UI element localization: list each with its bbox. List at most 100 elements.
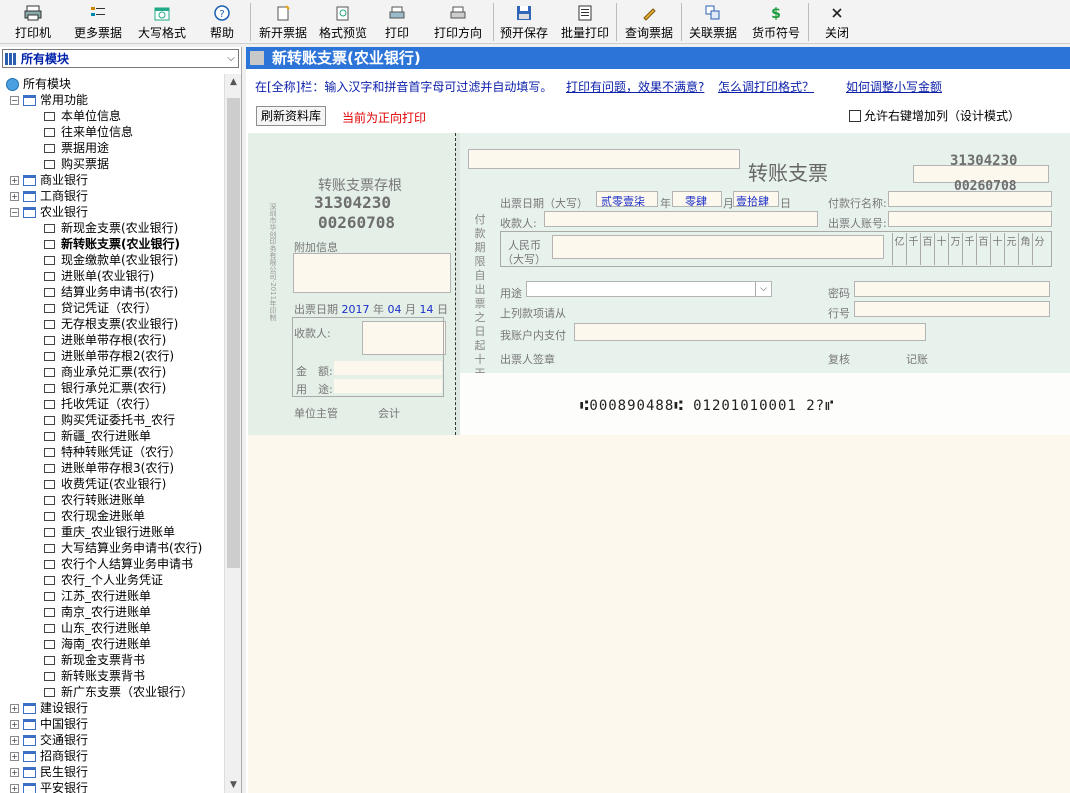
print-button[interactable]: 打印 (371, 0, 423, 44)
pre-save-button[interactable]: 预开保存 (494, 0, 554, 44)
tree-node-icbc[interactable]: + 工商银行 (10, 188, 88, 204)
batch-print-button[interactable]: 批量打印 (554, 0, 616, 44)
more-bills-button[interactable]: 更多票据 (66, 0, 130, 44)
tree-item[interactable]: 新现金支票(农业银行) (44, 220, 178, 236)
payee-field[interactable] (544, 211, 818, 227)
new-document-icon (273, 4, 293, 22)
stub-usage-field[interactable] (334, 379, 442, 393)
tree-item[interactable]: 托收凭证（农行） (44, 396, 157, 412)
tree-item[interactable]: 无存根支票(农业银行) (44, 316, 178, 332)
checkbox-icon[interactable] (849, 110, 861, 122)
document-icon (44, 384, 55, 393)
bank-no-label: 行号 (828, 307, 850, 320)
allow-add-column-checkbox[interactable]: 允许右键增加列（设计模式） (849, 107, 1020, 124)
scrollbar-thumb[interactable] (227, 98, 240, 568)
tree-item[interactable]: 银行承兑汇票(农行) (44, 380, 166, 396)
tree-item[interactable]: 新转账支票背书 (44, 668, 145, 684)
tree-item[interactable]: 结算业务申请书(农行) (44, 284, 178, 300)
bank-no-field[interactable] (854, 301, 1050, 317)
tree-item[interactable]: 南京_农行进账单 (44, 604, 151, 620)
adjust-amount-link[interactable]: 如何调整小写金额 (846, 78, 942, 95)
stub-payee-field[interactable] (362, 321, 446, 355)
tree-item[interactable]: 海南_农行进账单 (44, 636, 151, 652)
tree-scrollbar[interactable]: ▲ ▼ (224, 74, 241, 793)
tree-item[interactable]: 商业承兑汇票(农行) (44, 364, 166, 380)
tree-item[interactable]: 江苏_农行进账单 (44, 588, 151, 604)
tree-item[interactable]: 新疆_农行进账单 (44, 428, 151, 444)
stub-amount-field[interactable] (334, 361, 442, 375)
printer-button[interactable]: 打印机 (0, 0, 66, 44)
amount-words-field[interactable] (552, 235, 884, 259)
tree-item-selected[interactable]: 新转账支票(农业银行) (44, 236, 180, 252)
tree-node-cmbc[interactable]: + 民生银行 (10, 764, 88, 780)
currency-symbol-button[interactable]: $ 货币符号 (744, 0, 808, 44)
year-field[interactable]: 贰零壹柒 (596, 191, 658, 208)
related-bills-button[interactable]: 关联票据 (682, 0, 744, 44)
tree-item[interactable]: 进账单带存根2(农行) (44, 348, 174, 364)
tree-node-boc[interactable]: + 中国银行 (10, 716, 88, 732)
tree-node-cmb[interactable]: + 招商银行 (10, 748, 88, 764)
tree-node-commercial[interactable]: + 商业银行 (10, 172, 88, 188)
document-icon (44, 224, 55, 233)
stub-attach-field[interactable] (293, 253, 451, 293)
password-field[interactable] (854, 281, 1050, 297)
print-problem-link[interactable]: 打印有问题，效果不满意? (566, 78, 704, 95)
day-field[interactable]: 壹拾肆 (733, 191, 779, 208)
tree-item[interactable]: 农行转账进账单 (44, 492, 145, 508)
tree-item[interactable]: 贷记凭证（农行） (44, 300, 157, 316)
tree-item[interactable]: 收费凭证(农业银行) (44, 476, 166, 492)
folder-icon (23, 783, 36, 793)
account-field[interactable] (888, 211, 1052, 227)
bank-name-field[interactable] (888, 191, 1052, 207)
folder-icon (23, 95, 36, 106)
new-bill-button[interactable]: 新开票据 (251, 0, 315, 44)
tree-item[interactable]: 往来单位信息 (44, 124, 133, 140)
adjust-format-link[interactable]: 怎么调打印格式？ (718, 78, 814, 95)
query-bills-button[interactable]: 查询票据 (617, 0, 681, 44)
stub-accountant-label: 会计 (378, 407, 400, 420)
top-left-field[interactable] (468, 149, 740, 169)
tree-node-abc[interactable]: − 农业银行 (10, 204, 88, 220)
big-format-button[interactable]: 大写格式 (130, 0, 194, 44)
folder-icon (23, 767, 36, 778)
print-direction-button[interactable]: 打印方向 (423, 0, 493, 44)
tree-item[interactable]: 本单位信息 (44, 108, 121, 124)
refresh-database-button[interactable]: 刷新资料库 (256, 106, 326, 126)
document-icon (44, 400, 55, 409)
help-button[interactable]: ? 帮助 (194, 0, 250, 44)
tree-item[interactable]: 票据用途 (44, 140, 109, 156)
tree-item[interactable]: 现金缴款单(农业银行) (44, 252, 178, 268)
format-preview-button[interactable]: 格式预览 (315, 0, 371, 44)
month-field[interactable]: 零肆 (672, 191, 722, 208)
tree-item[interactable]: 购买票据 (44, 156, 109, 172)
module-selector[interactable]: 所有模块 ⌵ (2, 49, 239, 68)
tree-node-pingan[interactable]: + 平安银行 (10, 780, 88, 793)
tree-item[interactable]: 购买凭证委托书_农行 (44, 412, 175, 428)
tree-item[interactable]: 农行个人结算业务申请书 (44, 556, 193, 572)
tree-node-common[interactable]: − 常用功能 (10, 92, 88, 108)
tree-item[interactable]: 新广东支票（农业银行） (44, 684, 193, 700)
tree-item[interactable]: 重庆_农业银行进账单 (44, 524, 175, 540)
close-button[interactable]: 关闭 (809, 0, 865, 44)
digit-header: 千 (906, 233, 920, 265)
memo-field[interactable] (574, 323, 926, 341)
usage-select[interactable]: ⌵ (526, 281, 772, 297)
tree-item[interactable]: 特种转账凭证（农行） (44, 444, 181, 460)
tree-node-bocom[interactable]: + 交通银行 (10, 732, 88, 748)
tree-item[interactable]: 进账单带存根3(农行) (44, 460, 174, 476)
expand-icon: + (10, 784, 19, 793)
tree-item[interactable]: 新现金支票背书 (44, 652, 145, 668)
tree-node-ccb[interactable]: + 建设银行 (10, 700, 88, 716)
document-icon (44, 608, 55, 617)
cheque-title: 转账支票 (748, 161, 828, 185)
tree-item[interactable]: 农行_个人业务凭证 (44, 572, 163, 588)
tree-item[interactable]: 大写结算业务申请书(农行) (44, 540, 202, 556)
help-icon: ? (212, 4, 232, 22)
tree-item[interactable]: 山东_农行进账单 (44, 620, 151, 636)
scroll-down-icon[interactable]: ▼ (225, 777, 242, 793)
scroll-up-icon[interactable]: ▲ (225, 74, 242, 90)
tree-root[interactable]: 所有模块 (6, 76, 71, 92)
tree-item[interactable]: 农行现金进账单 (44, 508, 145, 524)
tree-item[interactable]: 进账单带存根(农行) (44, 332, 166, 348)
tree-item[interactable]: 进账单(农业银行) (44, 268, 154, 284)
